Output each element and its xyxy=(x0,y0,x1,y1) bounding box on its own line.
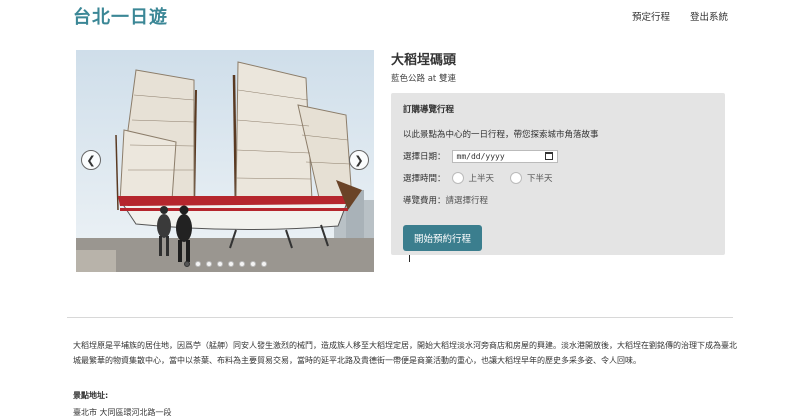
booking-panel: 訂購導覽行程 以此景點為中心的一日行程，帶您探索城市角落故事 選擇日期： mm/… xyxy=(391,93,725,255)
top-nav: 預定行程 登出系統 xyxy=(632,9,728,23)
radio-afternoon-label[interactable]: 下半天 xyxy=(527,172,553,184)
carousel-dot[interactable] xyxy=(238,261,245,267)
site-logo[interactable]: 台北一日遊 xyxy=(73,3,168,29)
carousel-dot[interactable] xyxy=(183,261,190,267)
carousel-dot[interactable] xyxy=(216,261,223,267)
date-label: 選擇日期： xyxy=(403,152,446,162)
date-input[interactable]: mm/dd/yyyy xyxy=(451,149,558,163)
carousel-indicators xyxy=(76,261,374,267)
start-booking-button[interactable]: 開始預約行程 xyxy=(403,225,483,251)
carousel-dot[interactable] xyxy=(227,261,234,267)
section-divider xyxy=(67,317,733,318)
image-carousel[interactable]: ❮ ❯ xyxy=(76,50,374,272)
radio-afternoon[interactable] xyxy=(510,172,523,184)
place-title: 大稻埕碼頭 xyxy=(391,53,457,68)
place-description: 大稻埕原是平埔族的居住地，因爲苧（艋舺）同安人發生激烈的械鬥，造成族人移至大稻埕… xyxy=(73,341,737,365)
carousel-dot[interactable] xyxy=(194,261,201,267)
time-row: 選擇時間： 上半天 下半天 xyxy=(403,171,713,185)
calendar-icon[interactable] xyxy=(544,152,553,160)
booking-description: 以此景點為中心的一日行程，帶您探索城市角落故事 xyxy=(403,130,599,140)
carousel-prev-button[interactable]: ❮ xyxy=(81,150,101,170)
radio-morning[interactable] xyxy=(451,172,464,184)
carousel-next-button[interactable]: ❯ xyxy=(349,150,369,170)
carousel-dot[interactable] xyxy=(205,261,212,267)
boat-photo xyxy=(76,50,374,272)
chevron-right-icon: ❯ xyxy=(354,153,364,167)
text-cursor-icon: I xyxy=(408,254,411,265)
address-label: 景點地址: xyxy=(73,391,109,400)
carousel-dot[interactable] xyxy=(260,261,267,267)
place-subtitle: 藍色公路 at 雙連 xyxy=(391,74,456,84)
fee-label: 導覽費用： xyxy=(403,196,446,206)
date-row: 選擇日期： mm/dd/yyyy xyxy=(403,149,713,163)
radio-morning-label[interactable]: 上半天 xyxy=(469,172,495,184)
address-value: 臺北市 大同區環河北路一段 xyxy=(73,408,172,417)
time-label: 選擇時間： xyxy=(403,174,446,184)
fee-row: 導覽費用： 請選擇行程 xyxy=(403,193,713,207)
nav-book-trip[interactable]: 預定行程 xyxy=(632,9,670,23)
date-placeholder: mm/dd/yyyy xyxy=(456,151,505,161)
chevron-left-icon: ❮ xyxy=(86,153,96,167)
booking-heading: 訂購導覽行程 xyxy=(403,105,455,115)
fee-value: 請選擇行程 xyxy=(445,196,489,206)
nav-logout[interactable]: 登出系統 xyxy=(690,9,728,23)
carousel-dot[interactable] xyxy=(249,261,256,267)
